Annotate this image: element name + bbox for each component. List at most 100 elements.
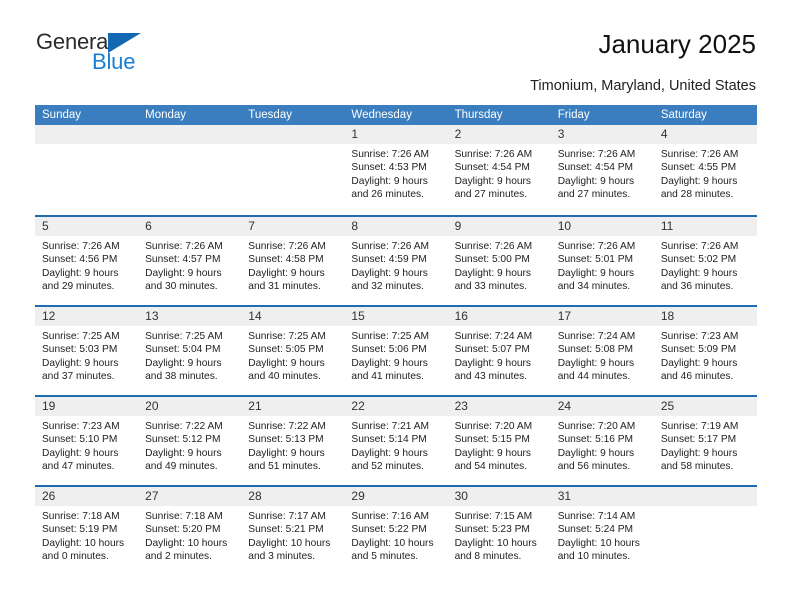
calendar-day-cell[interactable]: 20 Sunrise: 7:22 AM Sunset: 5:12 PM Dayligh… bbox=[138, 397, 242, 485]
calendar-day-cell[interactable]: 15 Sunrise: 7:25 AM Sunset: 5:06 PM Dayligh… bbox=[344, 307, 448, 395]
sunrise-time: Sunrise: 7:22 AM bbox=[145, 421, 223, 432]
calendar-day-cell[interactable]: 29 Sunrise: 7:16 AM Sunset: 5:22 PM Dayligh… bbox=[344, 487, 448, 575]
calendar-day-cell[interactable]: 23 Sunrise: 7:20 AM Sunset: 5:15 PM Dayligh… bbox=[447, 397, 551, 485]
daylight-duration-line2: and 51 minutes. bbox=[248, 461, 321, 473]
sunrise-time: Sunrise: 7:25 AM bbox=[42, 331, 120, 342]
daylight-duration-line1: Daylight: 9 hours bbox=[660, 175, 738, 187]
calendar-day-cell[interactable]: 18 Sunrise: 7:23 AM Sunset: 5:09 PM Dayligh… bbox=[653, 307, 757, 395]
daylight-duration-line2: and 27 minutes. bbox=[557, 189, 631, 201]
day-number: 6 bbox=[145, 219, 152, 233]
daylight-duration-line2: and 5 minutes. bbox=[351, 551, 419, 563]
daylight-duration-line2: and 56 minutes. bbox=[557, 461, 631, 473]
calendar-day-cell[interactable]: 5 Sunrise: 7:26 AM Sunset: 4:56 PM Daylight… bbox=[35, 217, 139, 305]
calendar-day-cell[interactable]: 24 Sunrise: 7:20 AM Sunset: 5:16 PM Dayligh… bbox=[550, 397, 654, 485]
day-number-band: 19 bbox=[35, 397, 139, 416]
day-number: 31 bbox=[557, 489, 572, 503]
sunset-time: Sunset: 5:20 PM bbox=[145, 524, 221, 536]
sunset-time: Sunset: 5:15 PM bbox=[454, 434, 530, 446]
daylight-duration-line1: Daylight: 9 hours bbox=[351, 447, 428, 459]
calendar-day-cell[interactable]: 28 Sunrise: 7:17 AM Sunset: 5:21 PM Dayligh… bbox=[241, 487, 345, 575]
day-number-band bbox=[653, 487, 757, 506]
day-sun-info: Sunrise: 7:25 AM Sunset: 5:06 PM Daylight:… bbox=[344, 326, 447, 384]
calendar-day-cell-empty bbox=[35, 125, 139, 215]
day-number: 21 bbox=[248, 399, 262, 413]
day-sun-info: Sunrise: 7:26 AM Sunset: 4:54 PM Daylight:… bbox=[448, 144, 551, 202]
sunset-time: Sunset: 5:13 PM bbox=[248, 434, 324, 446]
sunrise-time: Sunrise: 7:18 AM bbox=[42, 511, 120, 522]
day-number-band: 31 bbox=[550, 487, 654, 506]
calendar-day-cell[interactable]: 31 Sunrise: 7:14 AM Sunset: 5:24 PM Dayligh… bbox=[550, 487, 654, 575]
calendar-day-cell[interactable]: 13 Sunrise: 7:25 AM Sunset: 5:04 PM Dayligh… bbox=[138, 307, 242, 395]
sunrise-time: Sunrise: 7:21 AM bbox=[351, 421, 430, 432]
logo-blue-text: Blue bbox=[92, 49, 136, 74]
calendar-day-cell[interactable]: 21 Sunrise: 7:22 AM Sunset: 5:13 PM Dayligh… bbox=[241, 397, 345, 485]
weekday-header-thursday: Thursday bbox=[454, 109, 503, 121]
daylight-duration-line1: Daylight: 10 hours bbox=[248, 537, 331, 549]
day-sun-info: Sunrise: 7:23 AM Sunset: 5:10 PM Daylight:… bbox=[35, 416, 138, 474]
day-sun-info: Sunrise: 7:26 AM Sunset: 4:53 PM Daylight:… bbox=[344, 144, 447, 202]
daylight-duration-line1: Daylight: 9 hours bbox=[42, 357, 119, 369]
daylight-duration-line2: and 28 minutes. bbox=[660, 189, 734, 201]
day-sun-info: Sunrise: 7:18 AM Sunset: 5:20 PM Daylight:… bbox=[138, 506, 241, 564]
calendar-day-cell[interactable]: 14 Sunrise: 7:25 AM Sunset: 5:05 PM Dayligh… bbox=[241, 307, 345, 395]
day-sun-info: Sunrise: 7:26 AM Sunset: 5:00 PM Daylight:… bbox=[448, 236, 551, 294]
day-sun-info: Sunrise: 7:26 AM Sunset: 4:59 PM Daylight:… bbox=[344, 236, 447, 294]
sunrise-time: Sunrise: 7:24 AM bbox=[557, 331, 636, 342]
sunrise-time: Sunrise: 7:23 AM bbox=[42, 421, 120, 432]
daylight-duration-line1: Daylight: 9 hours bbox=[454, 447, 532, 459]
calendar-day-cell[interactable]: 8 Sunrise: 7:26 AM Sunset: 4:59 PM Daylight… bbox=[344, 217, 448, 305]
calendar-day-cell[interactable]: 2 Sunrise: 7:26 AM Sunset: 4:54 PM Daylight… bbox=[447, 125, 551, 215]
sunset-time: Sunset: 5:06 PM bbox=[351, 344, 427, 356]
day-number-band: 2 bbox=[447, 125, 551, 144]
calendar-day-cell[interactable]: 7 Sunrise: 7:26 AM Sunset: 4:58 PM Daylight… bbox=[241, 217, 345, 305]
calendar-day-cell[interactable]: 12 Sunrise: 7:25 AM Sunset: 5:03 PM Dayligh… bbox=[35, 307, 139, 395]
calendar-day-cell[interactable]: 4 Sunrise: 7:26 AM Sunset: 4:55 PM Daylight… bbox=[653, 125, 757, 215]
sunrise-time: Sunrise: 7:16 AM bbox=[351, 511, 430, 522]
calendar-week-row: 1 Sunrise: 7:26 AM Sunset: 4:53 PM Daylight… bbox=[35, 125, 757, 215]
daylight-duration-line1: Daylight: 9 hours bbox=[557, 357, 635, 369]
calendar-day-cell[interactable]: 26 Sunrise: 7:18 AM Sunset: 5:19 PM Dayligh… bbox=[35, 487, 139, 575]
calendar-day-cell[interactable]: 9 Sunrise: 7:26 AM Sunset: 5:00 PM Daylight… bbox=[447, 217, 551, 305]
calendar-day-cell[interactable]: 10 Sunrise: 7:26 AM Sunset: 5:01 PM Dayligh… bbox=[550, 217, 654, 305]
daylight-duration-line1: Daylight: 9 hours bbox=[454, 267, 532, 279]
day-number: 5 bbox=[42, 219, 49, 233]
day-number-band: 28 bbox=[241, 487, 345, 506]
calendar-day-cell[interactable]: 17 Sunrise: 7:24 AM Sunset: 5:08 PM Dayligh… bbox=[550, 307, 654, 395]
day-number-band: 15 bbox=[344, 307, 448, 326]
day-sun-info: Sunrise: 7:24 AM Sunset: 5:07 PM Daylight:… bbox=[448, 326, 551, 384]
calendar-day-cell[interactable]: 25 Sunrise: 7:19 AM Sunset: 5:17 PM Dayligh… bbox=[653, 397, 757, 485]
calendar-day-cell-empty bbox=[241, 125, 345, 215]
sunrise-time: Sunrise: 7:26 AM bbox=[248, 241, 326, 252]
calendar-day-cell-empty bbox=[653, 487, 757, 575]
daylight-duration-line1: Daylight: 10 hours bbox=[145, 537, 228, 549]
calendar-day-cell[interactable]: 30 Sunrise: 7:15 AM Sunset: 5:23 PM Dayligh… bbox=[447, 487, 551, 575]
sunset-time: Sunset: 5:05 PM bbox=[248, 344, 324, 356]
day-number: 23 bbox=[454, 399, 468, 413]
day-number-band bbox=[35, 125, 139, 144]
daylight-duration-line1: Daylight: 9 hours bbox=[351, 175, 428, 187]
calendar-day-cell[interactable]: 16 Sunrise: 7:24 AM Sunset: 5:07 PM Dayligh… bbox=[447, 307, 551, 395]
calendar-day-cell[interactable]: 6 Sunrise: 7:26 AM Sunset: 4:57 PM Daylight… bbox=[138, 217, 242, 305]
day-sun-info: Sunrise: 7:22 AM Sunset: 5:12 PM Daylight:… bbox=[138, 416, 241, 474]
sunrise-time: Sunrise: 7:26 AM bbox=[42, 241, 120, 252]
day-number-band: 6 bbox=[138, 217, 242, 236]
calendar-day-cell[interactable]: 1 Sunrise: 7:26 AM Sunset: 4:53 PM Daylight… bbox=[344, 125, 448, 215]
day-number: 11 bbox=[660, 219, 674, 233]
calendar-day-cell[interactable]: 19 Sunrise: 7:23 AM Sunset: 5:10 PM Dayligh… bbox=[35, 397, 139, 485]
day-sun-info: Sunrise: 7:22 AM Sunset: 5:13 PM Daylight:… bbox=[241, 416, 344, 474]
calendar-day-cell[interactable]: 22 Sunrise: 7:21 AM Sunset: 5:14 PM Dayligh… bbox=[344, 397, 448, 485]
sunset-time: Sunset: 5:22 PM bbox=[351, 524, 427, 536]
daylight-duration-line2: and 33 minutes. bbox=[454, 281, 528, 293]
day-number-band: 18 bbox=[653, 307, 757, 326]
calendar-day-cell-empty bbox=[138, 125, 242, 215]
calendar-day-cell[interactable]: 11 Sunrise: 7:26 AM Sunset: 5:02 PM Dayligh… bbox=[653, 217, 757, 305]
sunset-time: Sunset: 5:12 PM bbox=[145, 434, 221, 446]
sunset-time: Sunset: 5:17 PM bbox=[660, 434, 737, 446]
calendar-day-cell[interactable]: 27 Sunrise: 7:18 AM Sunset: 5:20 PM Dayligh… bbox=[138, 487, 242, 575]
daylight-duration-line1: Daylight: 9 hours bbox=[248, 357, 325, 369]
sunrise-time: Sunrise: 7:26 AM bbox=[660, 241, 739, 252]
day-sun-info: Sunrise: 7:26 AM Sunset: 4:54 PM Daylight:… bbox=[551, 144, 654, 202]
general-blue-logo: General Blue bbox=[36, 31, 216, 77]
day-number: 15 bbox=[351, 309, 365, 323]
calendar-day-cell[interactable]: 3 Sunrise: 7:26 AM Sunset: 4:54 PM Daylight… bbox=[550, 125, 654, 215]
